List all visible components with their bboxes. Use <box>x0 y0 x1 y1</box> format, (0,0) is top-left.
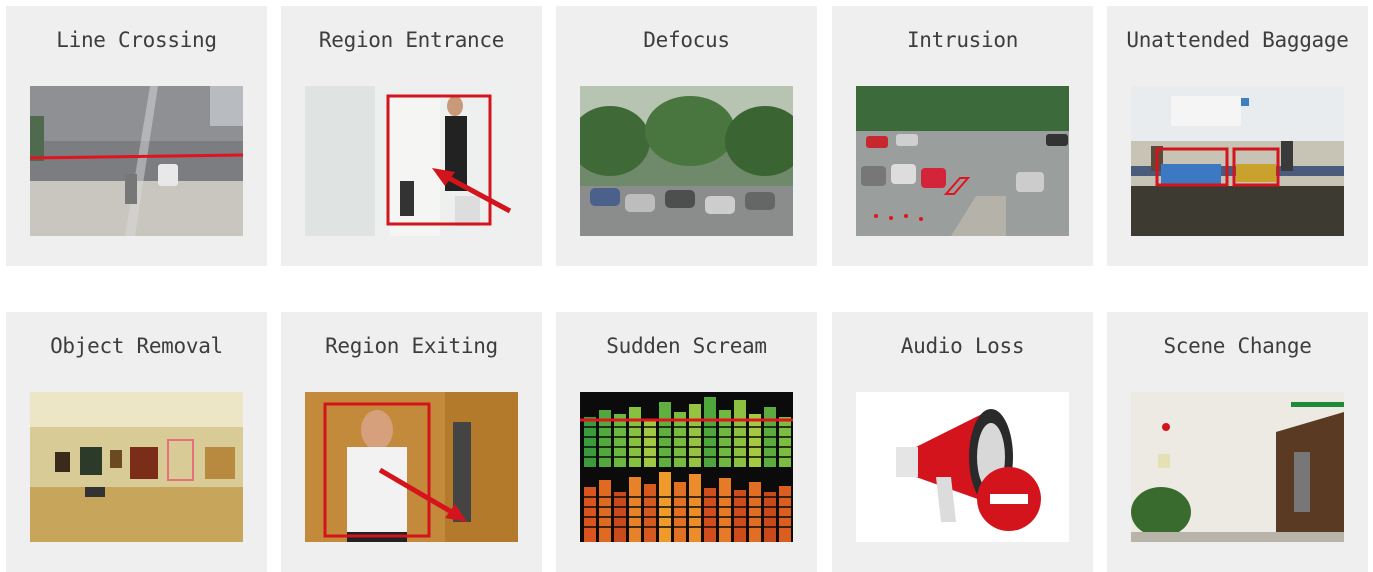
card-title: Unattended Baggage <box>1126 28 1349 52</box>
card-title: Region Exiting <box>325 334 498 358</box>
sudden-scream-image <box>580 392 793 542</box>
unattended-baggage-image <box>1131 86 1344 236</box>
card-defocus[interactable]: Defocus <box>556 6 817 266</box>
card-title: Sudden Scream <box>606 334 767 358</box>
intrusion-image <box>856 86 1069 236</box>
card-title: Object Removal <box>50 334 223 358</box>
card-title: Scene Change <box>1163 334 1312 358</box>
card-region-entrance[interactable]: Region Entrance <box>281 6 542 266</box>
card-sudden-scream[interactable]: Sudden Scream <box>556 312 817 572</box>
card-title: Region Entrance <box>318 28 505 52</box>
defocus-image <box>580 86 793 236</box>
region-exiting-image <box>305 392 518 542</box>
object-removal-image <box>30 392 243 542</box>
card-region-exiting[interactable]: Region Exiting <box>281 312 542 572</box>
card-line-crossing[interactable]: Line Crossing <box>6 6 267 266</box>
audio-loss-image <box>856 392 1069 542</box>
card-object-removal[interactable]: Object Removal <box>6 312 267 572</box>
card-title: Defocus <box>643 28 730 52</box>
card-title: Line Crossing <box>56 28 217 52</box>
card-intrusion[interactable]: Intrusion <box>832 6 1093 266</box>
card-title: Intrusion <box>906 28 1019 52</box>
card-scene-change[interactable]: Scene Change <box>1107 312 1368 572</box>
line-crossing-image <box>30 86 243 236</box>
card-unattended-baggage[interactable]: Unattended Baggage <box>1107 6 1368 266</box>
card-audio-loss[interactable]: Audio Loss <box>832 312 1093 572</box>
region-entrance-image <box>305 86 518 236</box>
card-title: Audio Loss <box>900 334 1025 358</box>
scene-change-image <box>1131 392 1344 542</box>
